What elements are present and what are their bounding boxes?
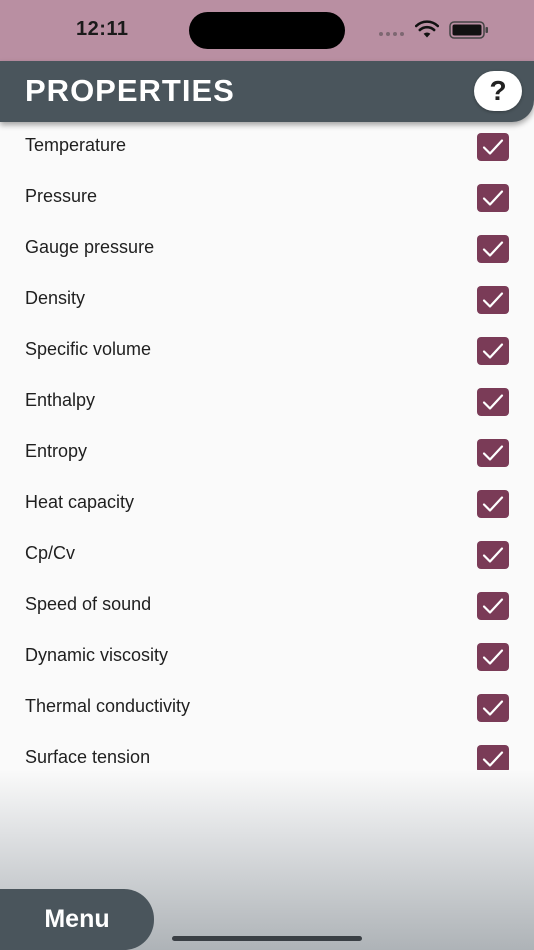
property-checkbox[interactable] (477, 541, 509, 569)
property-label: Enthalpy (25, 390, 96, 410)
property-label: Specific volume (25, 339, 152, 359)
checkmark-icon (482, 139, 504, 155)
property-checkbox[interactable] (477, 388, 509, 416)
page-title: PROPERTIES (25, 73, 235, 108)
checkmark-icon (482, 394, 504, 410)
property-label: Cp/Cv (25, 543, 76, 563)
question-mark-icon: ? (489, 75, 507, 106)
list-item[interactable]: Entropy (0, 428, 534, 479)
list-item[interactable]: Cp/Cv (0, 530, 534, 581)
battery-icon (449, 21, 488, 39)
help-button[interactable]: ? (474, 71, 522, 111)
list-item[interactable]: Heat capacity (0, 479, 534, 530)
cellular-signal-icon (379, 32, 404, 36)
property-checkbox[interactable] (477, 643, 509, 671)
checkmark-icon (482, 700, 504, 716)
checkmark-icon (482, 496, 504, 512)
menu-button[interactable]: Menu (0, 889, 154, 950)
checkmark-icon (482, 292, 504, 308)
property-label: Entropy (25, 441, 88, 461)
status-bar: 12:11 (0, 0, 534, 61)
property-checkbox[interactable] (477, 592, 509, 620)
property-checkbox[interactable] (477, 490, 509, 518)
list-item[interactable]: Speed of sound (0, 581, 534, 632)
checkmark-icon (482, 343, 504, 359)
list-item[interactable]: Pressure (0, 173, 534, 224)
property-label: Temperature (25, 135, 127, 155)
property-checkbox[interactable] (477, 694, 509, 722)
checkmark-icon (482, 649, 504, 665)
checkmark-icon (482, 241, 504, 257)
property-list: Temperature Pressure Gauge pressure Density… (0, 122, 534, 785)
property-checkbox[interactable] (477, 745, 509, 773)
list-item[interactable]: Dynamic viscosity (0, 632, 534, 683)
list-item[interactable]: Density (0, 275, 534, 326)
checkmark-icon (482, 598, 504, 614)
wifi-icon (415, 20, 439, 38)
list-item[interactable]: Enthalpy (0, 377, 534, 428)
dynamic-island (189, 12, 345, 49)
property-checkbox[interactable] (477, 337, 509, 365)
property-checkbox[interactable] (477, 184, 509, 212)
property-label: Speed of sound (25, 594, 152, 614)
property-label: Surface tension (25, 747, 151, 767)
property-checkbox[interactable] (477, 235, 509, 263)
list-item[interactable]: Specific volume (0, 326, 534, 377)
property-checkbox[interactable] (477, 133, 509, 161)
property-label: Dynamic viscosity (25, 645, 169, 665)
checkmark-icon (482, 547, 504, 563)
checkmark-icon (482, 751, 504, 767)
property-label: Pressure (25, 186, 98, 206)
checkmark-icon (482, 445, 504, 461)
property-label: Density (25, 288, 86, 308)
property-label: Heat capacity (25, 492, 135, 512)
property-label: Gauge pressure (25, 237, 155, 257)
checkmark-icon (482, 190, 504, 206)
list-item[interactable]: Temperature (0, 122, 534, 173)
app-header: PROPERTIES ? (0, 61, 534, 122)
property-checkbox[interactable] (477, 286, 509, 314)
property-checkbox[interactable] (477, 439, 509, 467)
status-time: 12:11 (76, 18, 129, 40)
list-item[interactable]: Gauge pressure (0, 224, 534, 275)
home-indicator (172, 936, 362, 941)
property-label: Thermal conductivity (25, 696, 191, 716)
list-item[interactable]: Thermal conductivity (0, 683, 534, 734)
